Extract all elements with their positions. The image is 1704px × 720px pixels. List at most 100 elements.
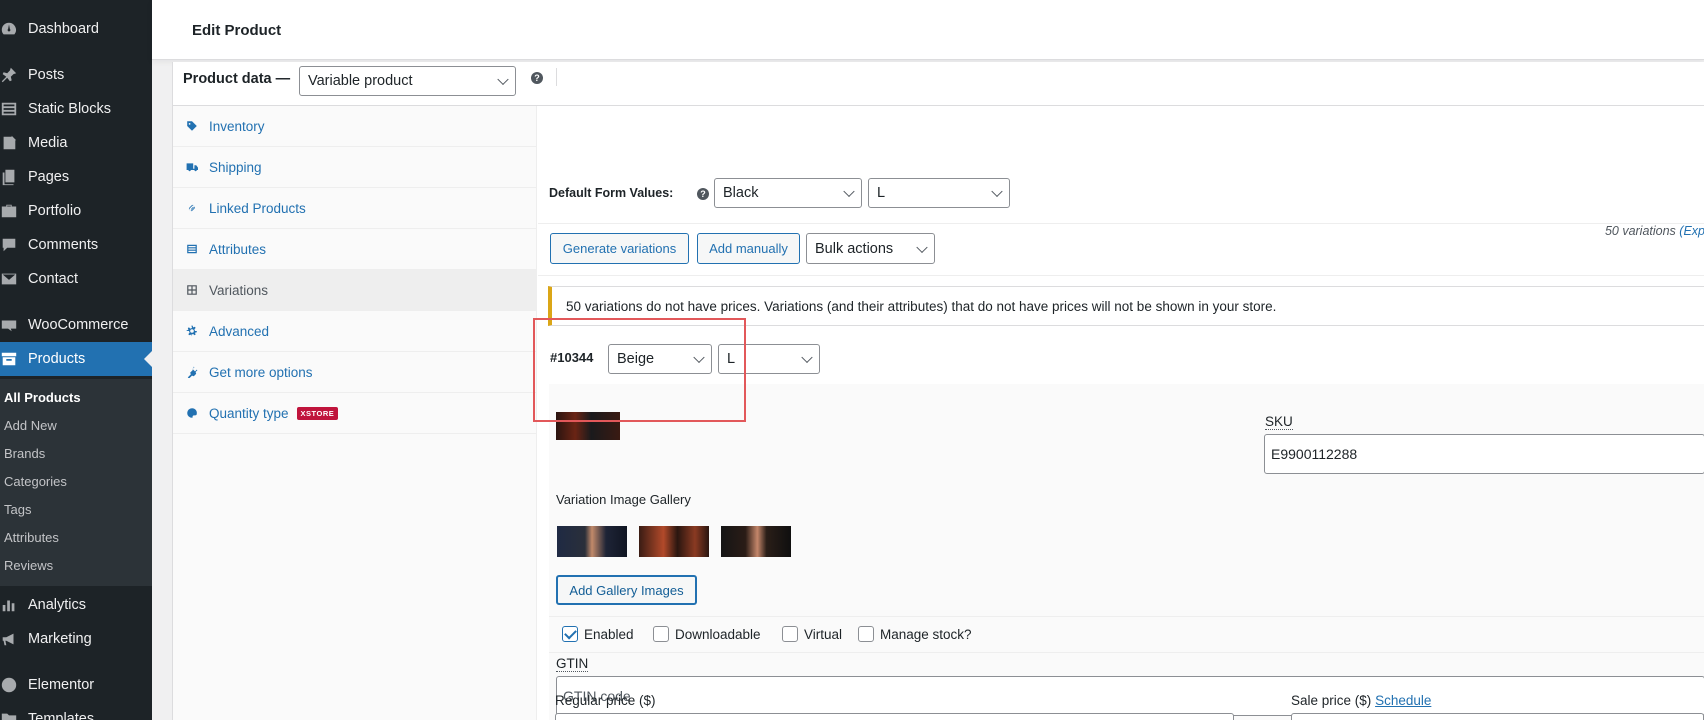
regular-price-input[interactable] <box>555 713 1234 720</box>
truck-icon <box>185 160 199 174</box>
schedule-link[interactable]: Schedule <box>1375 693 1431 708</box>
submenu-tags[interactable]: Tags <box>4 502 31 517</box>
menu-dashboard[interactable]: Dashboard <box>0 12 152 46</box>
menu-woocommerce[interactable]: WooCommerce <box>0 308 152 342</box>
sku-label: SKU <box>1265 414 1293 430</box>
tab-quantity-type[interactable]: Quantity type XSTORE <box>173 393 537 434</box>
submenu-categories[interactable]: Categories <box>4 474 67 489</box>
tab-get-more-options[interactable]: Get more options <box>173 352 537 393</box>
page-header: Edit Product <box>152 0 1704 60</box>
tab-linked-products[interactable]: Linked Products <box>173 188 537 229</box>
menu-portfolio[interactable]: Portfolio <box>0 194 152 228</box>
product-type-select[interactable]: Variable product <box>299 66 516 96</box>
menu-label: Elementor <box>28 677 95 693</box>
menu-label: Pages <box>28 169 70 185</box>
blocks-icon <box>0 100 18 118</box>
menu-label: WooCommerce <box>28 317 129 333</box>
header-divider <box>556 68 557 86</box>
downloadable-checkbox[interactable]: Downloadable <box>653 626 761 642</box>
menu-label: Analytics <box>28 597 87 613</box>
generate-variations-button[interactable]: Generate variations <box>550 233 689 264</box>
menu-analytics[interactable]: Analytics <box>0 588 152 622</box>
portfolio-icon <box>0 202 18 220</box>
woo-icon <box>0 316 18 334</box>
gallery-image[interactable] <box>557 526 627 557</box>
grid-icon <box>185 283 199 297</box>
submenu-brands[interactable]: Brands <box>4 446 45 461</box>
default-form-label: Default Form Values: <box>549 186 674 200</box>
menu-label: Templates <box>28 711 95 720</box>
bulk-actions-select[interactable]: Bulk actions <box>806 233 935 264</box>
chevron-down-icon <box>991 185 1003 198</box>
menu-templates[interactable]: Templates <box>0 702 152 720</box>
product-data-tabs: Inventory Shipping Linked Products Attri… <box>173 106 537 720</box>
virtual-checkbox[interactable]: Virtual <box>782 626 842 642</box>
enabled-checkbox[interactable]: Enabled <box>562 626 634 642</box>
menu-label: Media <box>28 135 68 151</box>
add-gallery-images-button[interactable]: Add Gallery Images <box>556 575 697 605</box>
add-manually-button[interactable]: Add manually <box>697 233 800 264</box>
pages-icon <box>0 168 18 186</box>
submenu-attributes[interactable]: Attributes <box>4 530 59 545</box>
help-icon[interactable]: ? <box>531 72 543 84</box>
gear-icon <box>185 324 199 338</box>
product-data-label: Product data — <box>183 71 291 87</box>
elementor-icon <box>0 676 18 694</box>
product-data-panel: Product data — Variable product ? Invent… <box>172 62 1704 720</box>
tab-inventory[interactable]: Inventory <box>173 106 537 147</box>
gtin-label: GTIN <box>556 656 589 672</box>
default-size-select[interactable]: L <box>868 178 1010 208</box>
bar-chart-icon <box>0 596 18 614</box>
mail-icon <box>0 270 18 288</box>
tab-label: Linked Products <box>209 200 306 216</box>
tab-variations[interactable]: Variations <box>173 270 537 311</box>
help-icon[interactable]: ? <box>697 188 709 200</box>
tab-advanced[interactable]: Advanced <box>173 311 537 352</box>
chevron-down-icon <box>916 241 928 253</box>
submenu-reviews[interactable]: Reviews <box>4 558 53 573</box>
gallery-image[interactable] <box>721 526 791 557</box>
manage-stock-checkbox[interactable]: Manage stock? <box>858 626 972 642</box>
checkbox-box <box>782 626 798 642</box>
menu-static-blocks[interactable]: Static Blocks <box>0 92 152 126</box>
chevron-down-icon <box>801 351 813 364</box>
menu-posts[interactable]: Posts <box>0 58 152 92</box>
menu-products[interactable]: Products <box>0 342 152 376</box>
menu-comments[interactable]: Comments <box>0 228 152 262</box>
menu-label: Products <box>28 351 86 367</box>
tab-attributes[interactable]: Attributes <box>173 229 537 270</box>
list-icon <box>185 242 199 256</box>
dashboard-icon <box>0 20 18 38</box>
tab-label: Variations <box>209 282 269 298</box>
menu-marketing[interactable]: Marketing <box>0 622 152 656</box>
menu-media[interactable]: Media <box>0 126 152 160</box>
comments-icon <box>0 236 18 254</box>
gallery-image[interactable] <box>639 526 709 557</box>
menu-label: Portfolio <box>28 203 82 219</box>
submenu-all-products[interactable]: All Products <box>4 390 81 405</box>
checkbox-label: Virtual <box>804 626 843 642</box>
menu-label: Contact <box>28 271 78 287</box>
gallery-label: Variation Image Gallery <box>556 492 691 507</box>
chevron-down-icon <box>497 73 509 86</box>
sale-price-input[interactable] <box>1291 713 1704 720</box>
sale-price-label: Sale price ($) <box>1291 693 1372 708</box>
variations-count: 50 variations (Exp <box>1605 224 1704 238</box>
divider <box>538 275 1704 276</box>
default-color-select[interactable]: Black <box>714 178 862 208</box>
checkbox-label: Manage stock? <box>880 626 972 642</box>
bulk-actions-value: Bulk actions <box>815 240 894 257</box>
product-type-value: Variable product <box>308 73 413 89</box>
sku-input[interactable]: E9900112288 <box>1264 434 1704 474</box>
tab-shipping[interactable]: Shipping <box>173 147 537 188</box>
checkbox-box <box>653 626 669 642</box>
menu-contact[interactable]: Contact <box>0 262 152 296</box>
gtin-input[interactable]: GTIN code <box>556 676 1704 716</box>
menu-label: Posts <box>28 67 65 83</box>
expand-link[interactable]: (Exp <box>1679 224 1704 238</box>
menu-elementor[interactable]: Elementor <box>0 668 152 702</box>
menu-pages[interactable]: Pages <box>0 160 152 194</box>
submenu-add-new[interactable]: Add New <box>4 418 57 433</box>
regular-price-label: Regular price ($) <box>555 693 656 708</box>
tab-label: Get more options <box>209 364 313 380</box>
